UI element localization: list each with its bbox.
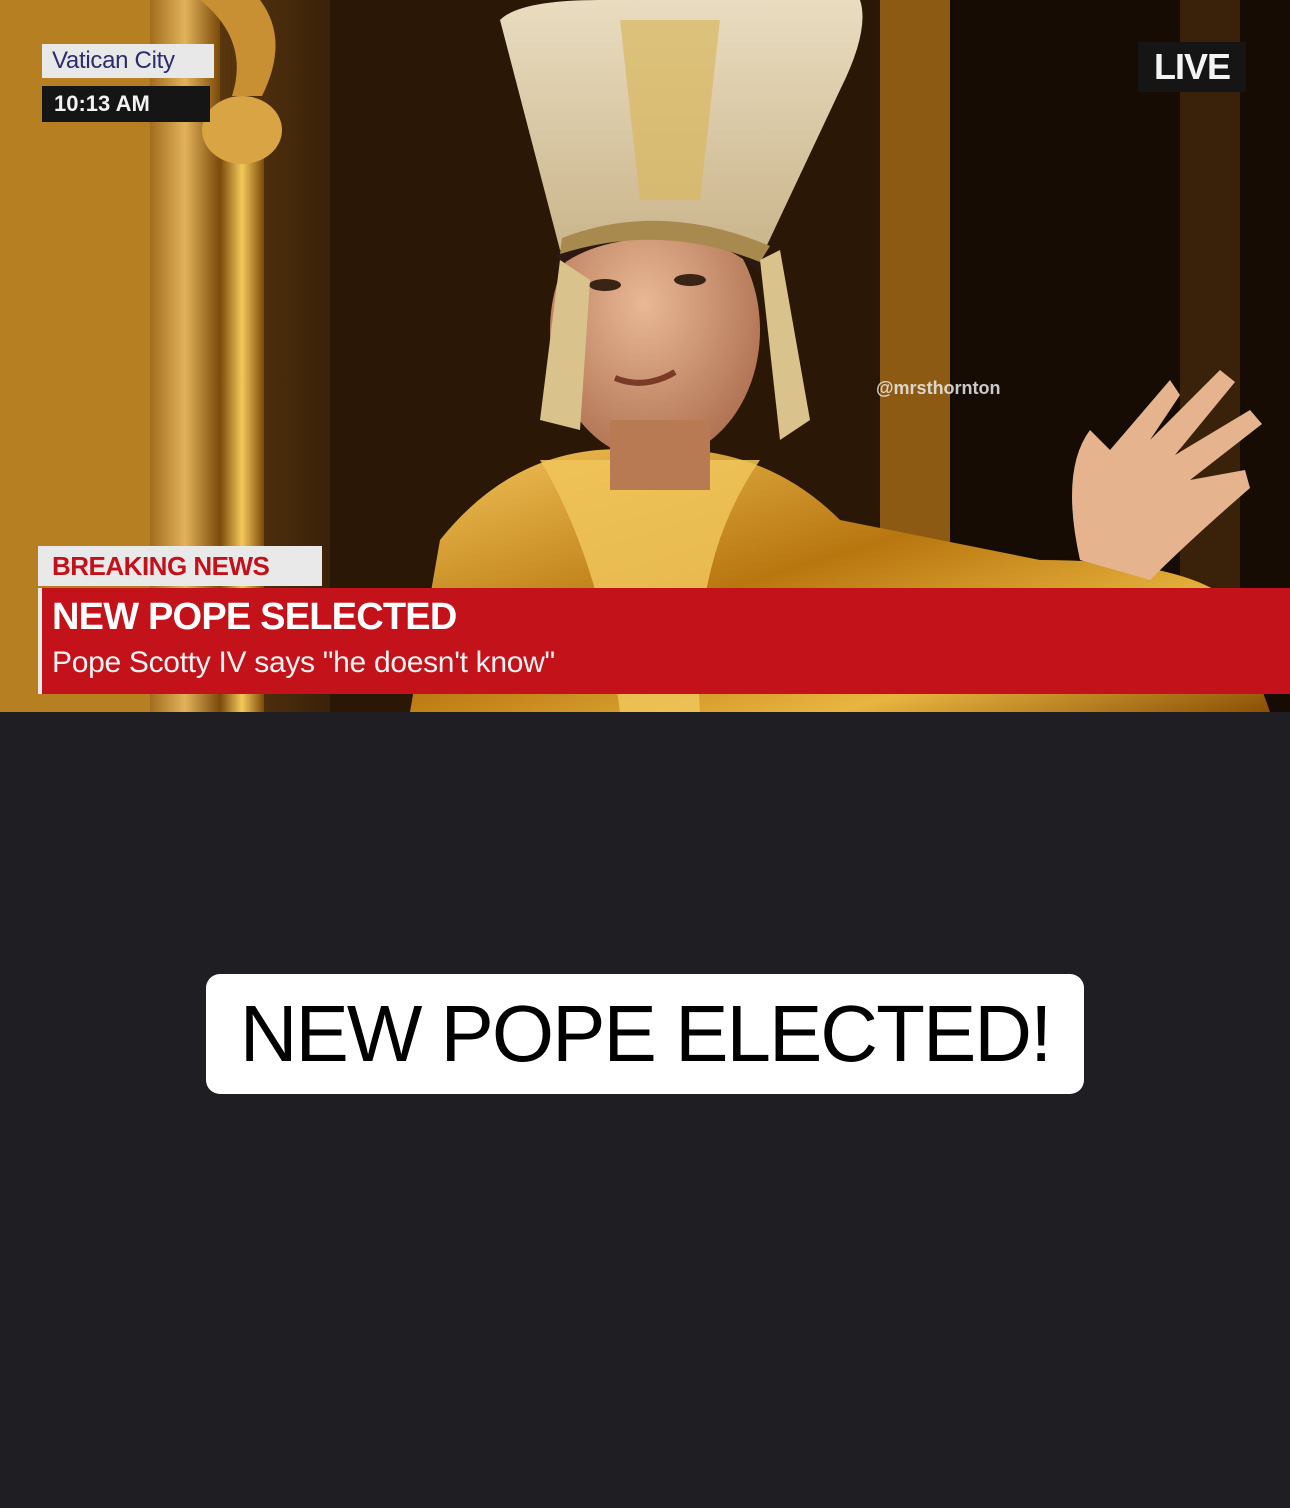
time-label: 10:13 AM: [42, 86, 210, 122]
left-eye: [589, 279, 621, 291]
caption-text-box: NEW POPE ELECTED!: [206, 974, 1084, 1094]
chyron-left-rule: [38, 588, 42, 694]
watermark-handle: @mrsthornton: [876, 378, 1001, 398]
live-badge: LIVE: [1138, 42, 1246, 92]
neck: [610, 420, 710, 490]
post-page: Vatican City 10:13 AM LIVE @mrsthornton …: [0, 0, 1290, 1508]
crozier-knob: [202, 96, 282, 164]
right-eye: [674, 274, 706, 286]
news-broadcast-image: Vatican City 10:13 AM LIVE @mrsthornton …: [0, 0, 1290, 712]
news-chyron: NEW POPE SELECTED Pope Scotty IV says "h…: [38, 588, 1290, 694]
chyron-headline: NEW POPE SELECTED: [52, 596, 457, 638]
location-label: Vatican City: [42, 44, 214, 78]
chyron-subheadline: Pope Scotty IV says "he doesn't know": [52, 646, 555, 679]
breaking-news-label: BREAKING NEWS: [38, 546, 322, 586]
